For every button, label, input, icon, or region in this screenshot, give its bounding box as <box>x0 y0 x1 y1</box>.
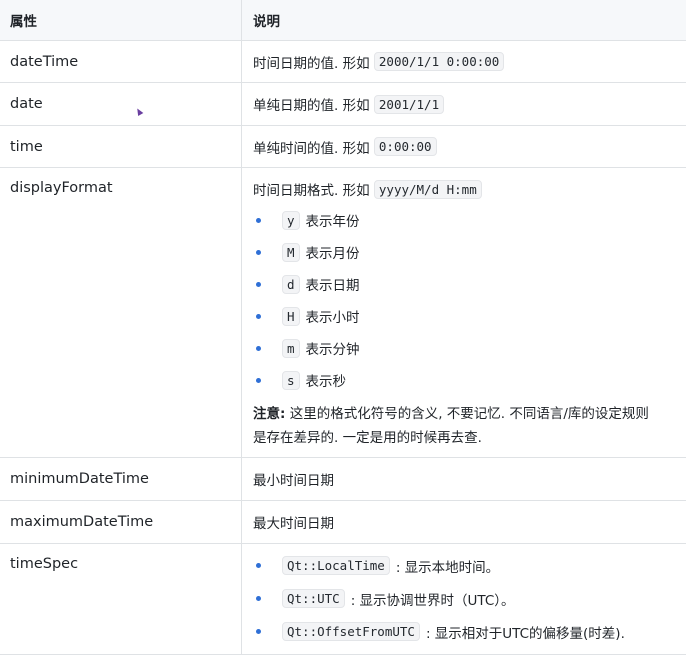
desc-text: 单纯日期的值. 形如 <box>253 98 370 114</box>
bullet-icon <box>256 596 261 601</box>
symbol-meaning: 表示日期 <box>305 278 360 294</box>
list-item: Qt::LocalTime : 显示本地时间。 <box>253 549 675 582</box>
list-item: Qt::UTC : 显示协调世界时（UTC）。 <box>253 582 675 615</box>
code-example: 2000/1/1 0:00:00 <box>373 52 505 71</box>
symbol-meaning: 表示分钟 <box>305 342 360 358</box>
table-row-timespec: timeSpec Qt::LocalTime : 显示本地时间。 Qt::UTC:… <box>0 544 686 655</box>
symbol-meaning: 表示小时 <box>305 310 360 326</box>
enum-meaning: : 显示本地时间。 <box>395 559 500 576</box>
property-name: displayFormat <box>0 168 242 457</box>
note-paragraph: 注意: 这里的格式化符号的含义, 不要记忆. 不同语言/库的设定规则 是存在差异… <box>253 402 675 450</box>
property-name: date <box>0 83 242 125</box>
list-item: s 表示秒 <box>253 364 675 396</box>
bullet-icon <box>256 629 261 634</box>
bullet-icon <box>256 345 261 351</box>
symbol-meaning: 表示秒 <box>305 374 347 390</box>
property-desc: 最小时间日期 <box>253 473 334 489</box>
table-row-minimum: minimumDateTime 最小时间日期 <box>0 458 686 501</box>
table-row-time: time 单纯时间的值. 形如 0:00:00 <box>0 126 686 168</box>
table-row-date: date 单纯日期的值. 形如 2001/1/1 <box>0 83 686 126</box>
code-example: 2001/1/1 <box>373 94 445 114</box>
list-item: y 表示年份 <box>253 204 675 236</box>
list-item: d 表示日期 <box>253 268 675 300</box>
desc-line: 时间日期格式. 形如 yyyy/M/d H:mm <box>253 178 675 200</box>
format-symbol: H <box>282 306 300 326</box>
note-line-2: 是存在差异的. 一定是用的时候再去查. <box>253 430 482 446</box>
property-desc: 最大时间日期 <box>253 516 334 532</box>
bullet-icon <box>256 217 261 223</box>
property-name: maximumDateTime <box>0 501 242 543</box>
bullet-icon <box>256 313 261 319</box>
enum-value: Qt::UTC <box>282 589 345 608</box>
property-desc: 时间日期的值. 形如 2000/1/1 0:00:00 <box>242 41 686 82</box>
bullet-icon <box>256 377 261 383</box>
list-item: H 表示小时 <box>253 300 675 332</box>
enum-value: Qt::OffsetFromUTC <box>282 622 420 641</box>
desc-text: 时间日期的值. 形如 <box>253 55 370 72</box>
list-item: m 表示分钟 <box>253 332 675 364</box>
format-symbol: d <box>282 274 300 294</box>
list-item: M 表示月份 <box>253 236 675 268</box>
header-description: 说明 <box>253 14 280 30</box>
list-item: Qt::OffsetFromUTC : 显示相对于UTC的偏移量(时差). <box>253 615 675 648</box>
property-name: time <box>0 126 242 167</box>
property-desc: 时间日期格式. 形如 yyyy/M/d H:mm y 表示年份 M 表示月份 d 表示… <box>242 168 686 457</box>
bullet-icon <box>256 281 261 287</box>
format-symbol: s <box>282 370 300 390</box>
format-symbol: y <box>282 210 300 230</box>
note-label: 注意: <box>253 406 286 422</box>
format-symbol-list: y 表示年份 M 表示月份 d 表示日期 H 表示小时 m 表示分钟 s 表示秒 <box>253 204 675 396</box>
desc-text: 时间日期格式. 形如 <box>253 183 370 199</box>
table-row-maximum: maximumDateTime 最大时间日期 <box>0 501 686 544</box>
enum-meaning: : 显示协调世界时（UTC）。 <box>350 592 515 609</box>
header-property: 属性 <box>0 0 242 40</box>
property-name: timeSpec <box>0 544 242 654</box>
symbol-meaning: 表示年份 <box>305 214 360 230</box>
code-example: yyyy/M/d H:mm <box>373 179 482 199</box>
desc-text: 单纯时间的值. 形如 <box>253 140 370 157</box>
code-example: 0:00:00 <box>373 137 437 156</box>
property-name: minimumDateTime <box>0 458 242 500</box>
property-desc: Qt::LocalTime : 显示本地时间。 Qt::UTC : 显示协调世界时（… <box>242 544 686 654</box>
note-line-1: 这里的格式化符号的含义, 不要记忆. 不同语言/库的设定规则 <box>285 406 649 422</box>
enum-meaning: : 显示相对于UTC的偏移量(时差). <box>425 625 625 642</box>
bullet-icon <box>256 249 261 255</box>
property-name: dateTime <box>0 41 242 82</box>
table-row-displayformat: displayFormat 时间日期格式. 形如 yyyy/M/d H:mm y… <box>0 168 686 458</box>
bullet-icon <box>256 563 261 568</box>
format-symbol: m <box>282 338 300 358</box>
table-header-row: 属性 说明 <box>0 0 686 41</box>
format-symbol: M <box>282 242 300 262</box>
symbol-meaning: 表示月份 <box>305 246 360 262</box>
table-row-datetime: dateTime 时间日期的值. 形如 2000/1/1 0:00:00 <box>0 41 686 83</box>
timespec-list: Qt::LocalTime : 显示本地时间。 Qt::UTC : 显示协调世界时（… <box>253 549 675 648</box>
property-desc: 单纯时间的值. 形如 0:00:00 <box>242 126 686 167</box>
property-table: 属性 说明 dateTime 时间日期的值. 形如 2000/1/1 0:00:… <box>0 0 686 655</box>
property-desc: 单纯日期的值. 形如 2001/1/1 <box>242 83 686 125</box>
enum-value: Qt::LocalTime <box>282 556 390 575</box>
